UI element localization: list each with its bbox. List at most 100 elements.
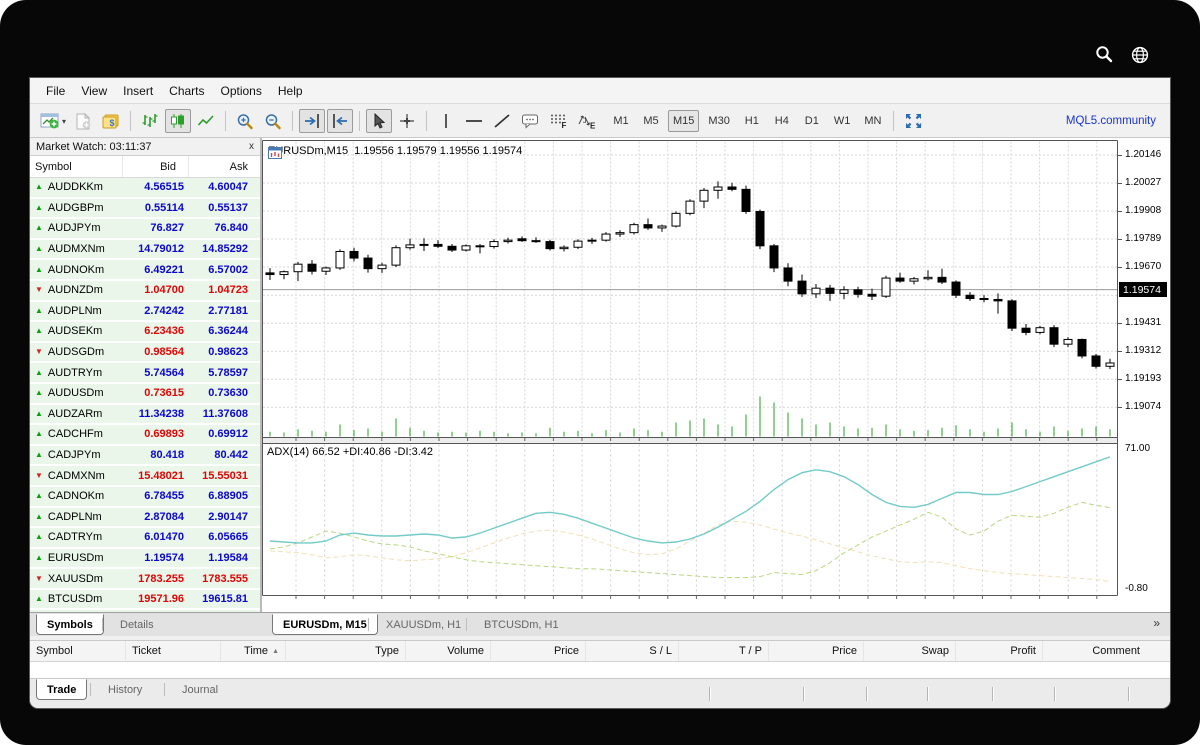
chart-window[interactable]: 1.19574 71.00 -0.80 1.201461.200271.1990… <box>262 138 1170 612</box>
menu-options[interactable]: Options <box>213 81 270 101</box>
tab-symbols[interactable]: Symbols <box>36 614 104 635</box>
timeframe-mn[interactable]: MN <box>859 110 886 132</box>
chart-tab-xauusdm-h1[interactable]: XAUUSDm, H1 <box>376 614 471 635</box>
column-ask[interactable]: Ask <box>188 156 260 177</box>
toolbox-column-swap[interactable]: Swap <box>863 641 955 661</box>
timeframe-m15[interactable]: M15 <box>668 110 699 132</box>
up-arrow-icon: ▲ <box>35 513 43 521</box>
horizontal-line-button[interactable] <box>461 109 487 133</box>
market-watch-row[interactable]: ▲AUDMXNm14.7901214.85292 <box>30 240 260 261</box>
close-icon[interactable]: x <box>249 142 254 152</box>
text-label-button[interactable] <box>517 109 543 133</box>
new-chart-dropdown-caret[interactable]: ▾ <box>62 117 66 126</box>
menu-file[interactable]: File <box>38 81 73 101</box>
toolbox-tab-journal[interactable]: Journal <box>172 679 228 700</box>
market-watch-row[interactable]: ▲AUDTRYm5.745645.78597 <box>30 363 260 384</box>
toolbox-column-t-p[interactable]: T / P <box>678 641 768 661</box>
timeframe-h1[interactable]: H1 <box>739 110 765 132</box>
globe-icon[interactable] <box>1131 46 1149 69</box>
timeframe-m5[interactable]: M5 <box>638 110 664 132</box>
line-chart-button[interactable] <box>193 109 219 133</box>
new-chart-button[interactable] <box>37 109 63 133</box>
vertical-line-button[interactable] <box>433 109 459 133</box>
market-watch-tabs: Symbols Details <box>30 614 262 636</box>
ask-value: 15.55031 <box>188 470 260 482</box>
market-watch-row[interactable]: ▲AUDSEKm6.234366.36244 <box>30 322 260 343</box>
timeframe-w1[interactable]: W1 <box>829 110 856 132</box>
column-symbol[interactable]: Symbol <box>30 161 122 173</box>
market-watch-row[interactable]: ▼AUDNZDm1.047001.04723 <box>30 281 260 302</box>
symbol-name: AUDGBPm <box>48 202 104 214</box>
market-watch-row[interactable]: ▲EURUSDm1.195741.19584 <box>30 549 260 570</box>
toolbox-column-volume[interactable]: Volume <box>405 641 490 661</box>
bar-chart-button[interactable] <box>137 109 163 133</box>
market-watch-row[interactable]: ▲CADJPYm80.41880.442 <box>30 446 260 467</box>
new-window-button[interactable] <box>70 109 96 133</box>
chart-tab-btcusdm-h1[interactable]: BTCUSDm, H1 <box>474 614 569 635</box>
toolbox-tab-trade[interactable]: Trade <box>36 679 87 700</box>
symbol-name: AUDSEKm <box>48 325 102 337</box>
mql5-community-link[interactable]: MQL5.community <box>1066 115 1156 127</box>
profiles-button[interactable]: $ <box>98 109 124 133</box>
bid-value: 2.74242 <box>122 305 188 317</box>
market-watch-row[interactable]: ▼AUDSGDm0.985640.98623 <box>30 343 260 364</box>
market-watch-header[interactable]: Symbol Bid Ask <box>30 156 260 178</box>
market-watch-row[interactable]: ▲AUDZARm11.3423811.37608 <box>30 405 260 426</box>
menu-charts[interactable]: Charts <box>161 81 212 101</box>
market-watch-row[interactable]: ▲AUDGBPm0.551140.55137 <box>30 199 260 220</box>
symbol-name: AUDMXNm <box>48 243 105 255</box>
toolbox-column-type[interactable]: Type <box>285 641 405 661</box>
toolbox-column-time[interactable]: Time▲ <box>220 641 285 661</box>
chart-tabs-overflow-chevron[interactable]: » <box>1153 616 1160 630</box>
cursor-button[interactable] <box>366 109 392 133</box>
timeframe-h4[interactable]: H4 <box>769 110 795 132</box>
timeframe-m30[interactable]: M30 <box>703 110 734 132</box>
ask-value: 4.60047 <box>188 181 260 193</box>
market-watch-row[interactable]: ▼XAUUSDm1783.2551783.555 <box>30 569 260 590</box>
toolbox-column-price[interactable]: Price <box>490 641 585 661</box>
market-watch-row[interactable]: ▲CADNOKm6.784556.88905 <box>30 487 260 508</box>
price-scale[interactable]: 1.19574 71.00 -0.80 1.201461.200271.1990… <box>1118 140 1170 600</box>
market-watch-row[interactable]: ▲CADCHFm0.698930.69912 <box>30 425 260 446</box>
menu-insert[interactable]: Insert <box>115 81 161 101</box>
price-tick-label: 1.20027 <box>1125 177 1161 188</box>
market-watch-row[interactable]: ▲AUDUSDm0.736150.73630 <box>30 384 260 405</box>
tab-strip: Symbols Details EURUSDm, M15XAUUSDm, H1BT… <box>30 612 1170 636</box>
toolbox-column-comment[interactable]: Comment <box>1042 641 1170 661</box>
market-watch-row[interactable]: ▲AUDNOKm6.492216.57002 <box>30 260 260 281</box>
fibonacci-button[interactable]: F <box>545 109 571 133</box>
timeframe-d1[interactable]: D1 <box>799 110 825 132</box>
market-watch-row[interactable]: ▲AUDPLNm2.742422.77181 <box>30 302 260 323</box>
trendline-button[interactable] <box>489 109 515 133</box>
market-watch-rows: ▲AUDDKKm4.565154.60047▲AUDGBPm0.551140.5… <box>30 178 260 612</box>
candlestick-chart-button[interactable] <box>165 109 191 133</box>
market-watch-row[interactable]: ▼CADMXNm15.4802115.55031 <box>30 466 260 487</box>
toolbox-tab-history[interactable]: History <box>98 679 152 700</box>
toolbox-column-symbol[interactable]: Symbol <box>30 641 125 661</box>
toolbox-column-s-l[interactable]: S / L <box>585 641 678 661</box>
market-watch-row[interactable]: ▲AUDJPYm76.82776.840 <box>30 219 260 240</box>
timeframe-m1[interactable]: M1 <box>608 110 634 132</box>
auto-scroll-button[interactable] <box>299 109 325 133</box>
svg-text:J: J <box>583 118 587 125</box>
market-watch-row[interactable]: ▲CADTRYm6.014706.05665 <box>30 528 260 549</box>
fullscreen-button[interactable] <box>900 109 926 133</box>
market-watch-row[interactable]: ▲BTCUSDm19571.9619615.81 <box>30 590 260 611</box>
toolbox-column-price[interactable]: Price <box>768 641 863 661</box>
chart-shift-button[interactable] <box>327 109 353 133</box>
crosshair-button[interactable] <box>394 109 420 133</box>
insert-objects-button[interactable]: JE <box>573 109 599 133</box>
market-watch-row[interactable]: ▲AUDDKKm4.565154.60047 <box>30 178 260 199</box>
toolbox-column-profit[interactable]: Profit <box>955 641 1042 661</box>
menu-view[interactable]: View <box>73 81 115 101</box>
chart-canvas[interactable] <box>262 140 1118 600</box>
market-watch-row[interactable]: ▲CADPLNm2.870842.90147 <box>30 508 260 529</box>
tab-details[interactable]: Details <box>110 614 164 635</box>
zoom-in-button[interactable] <box>232 109 258 133</box>
menu-help[interactable]: Help <box>270 81 311 101</box>
chart-tab-eurusdm-m15[interactable]: EURUSDm, M15 <box>272 614 378 635</box>
zoom-out-button[interactable] <box>260 109 286 133</box>
column-bid[interactable]: Bid <box>122 156 188 177</box>
toolbox-column-ticket[interactable]: Ticket <box>125 641 220 661</box>
search-icon[interactable] <box>1094 44 1114 69</box>
